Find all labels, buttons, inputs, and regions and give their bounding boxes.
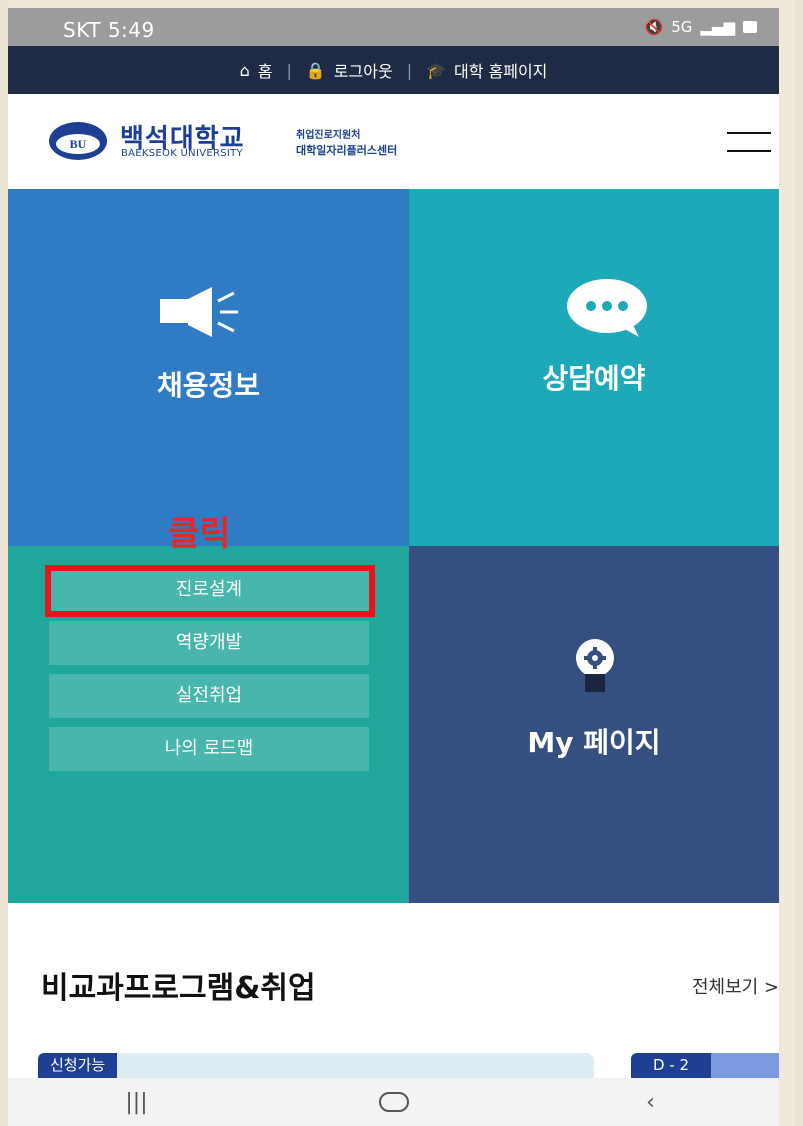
battery-icon: [743, 21, 757, 33]
home-icon: ⌂: [239, 60, 250, 80]
menu-line: [727, 132, 771, 134]
home-button[interactable]: [354, 1082, 434, 1122]
status-badge: 신청가능: [38, 1053, 118, 1078]
status-icons: 🔇 5G ▂▄▆: [645, 18, 757, 36]
my-roadmap-button[interactable]: 나의 로드맵: [49, 727, 369, 771]
status-bar: SKT 5:49 🔇 5G ▂▄▆: [8, 8, 779, 46]
competency-development-button[interactable]: 역량개발: [49, 621, 369, 665]
my-page-tile[interactable]: My 페이지: [409, 546, 779, 903]
lock-icon: 🔒: [305, 60, 326, 80]
mute-icon: 🔇: [644, 18, 664, 36]
home-circle-icon: [378, 1092, 409, 1112]
hamburger-menu-button[interactable]: [723, 124, 773, 160]
center-name-line2: 대학일자리플러스센터: [296, 144, 398, 157]
jobs-info-title: 채용정보: [156, 369, 261, 402]
center-name-line1: 취업진로지원처: [296, 130, 361, 141]
university-home-link-label: 대학 홈페이지: [454, 62, 548, 81]
lightbulb-gear-icon: [576, 639, 614, 692]
menu-line: [727, 150, 771, 152]
page-border-left: [0, 0, 8, 1126]
click-highlight-box: [45, 565, 375, 617]
dday-badge: D - 2: [631, 1053, 711, 1078]
university-emblem-icon[interactable]: BU: [48, 121, 108, 161]
home-link[interactable]: ⌂ 홈: [240, 58, 273, 82]
recent-apps-button[interactable]: |||: [97, 1082, 177, 1122]
network-label: 5G: [671, 18, 693, 36]
counsel-reservation-title: 상담예약: [542, 362, 646, 395]
practical-employment-button[interactable]: 실전취업: [49, 674, 369, 718]
site-header: BU 백석대학교 BAEKSEOK UNIVERSITY 취업진로지원처 대학일…: [8, 94, 779, 189]
university-name-en: BAEKSEOK UNIVERSITY: [121, 148, 243, 159]
android-nav-bar: ||| ‹: [8, 1078, 779, 1126]
home-link-label: 홈: [257, 62, 273, 81]
signal-icon: ▂▄▆: [700, 18, 735, 36]
back-button[interactable]: ‹: [611, 1082, 691, 1122]
view-all-link[interactable]: 전체보기 >: [692, 973, 779, 999]
graduation-cap-icon: 🎓: [426, 60, 446, 80]
carrier-time: SKT 5:49: [63, 18, 155, 42]
my-page-title: My 페이지: [527, 726, 661, 759]
university-home-link[interactable]: 🎓 대학 홈페이지: [426, 58, 547, 82]
click-annotation-label: 클릭: [168, 514, 231, 554]
page-border-right: [795, 0, 803, 1126]
program-section: 비교과프로그램&취업 전체보기 > 신청가능 D - 2: [8, 903, 779, 1083]
logout-link-label: 로그아웃: [333, 62, 393, 81]
counsel-reservation-tile[interactable]: 상담예약: [409, 189, 779, 546]
logout-link[interactable]: 🔒 로그아웃: [306, 58, 393, 82]
jobs-info-tile[interactable]: 채용정보: [8, 189, 409, 546]
utility-nav: ⌂ 홈 | 🔒 로그아웃 | 🎓 대학 홈페이지: [8, 46, 779, 94]
program-section-title: 비교과프로그램&취업: [41, 971, 316, 1006]
megaphone-icon: [160, 287, 238, 337]
divider: |: [406, 60, 413, 80]
emblem-text: BU: [70, 137, 87, 151]
chat-bubble-icon: [567, 279, 647, 337]
divider: |: [286, 60, 292, 80]
phone-screen: SKT 5:49 🔇 5G ▂▄▆ ⌂ 홈 | 🔒 로그아웃 | 🎓 대학 홈페…: [8, 8, 779, 1126]
